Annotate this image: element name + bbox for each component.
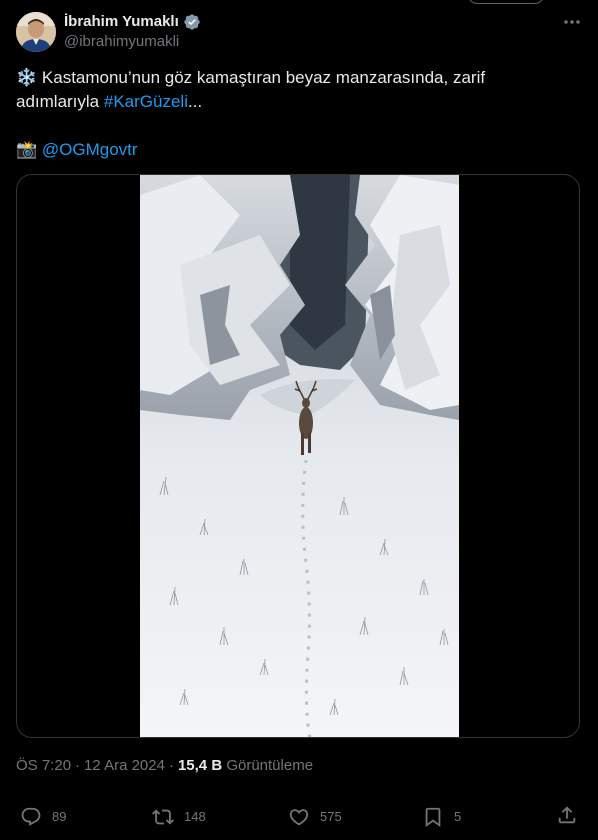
mention-link[interactable]: @OGMgovtr [42,140,138,159]
share-button[interactable] [556,804,578,826]
author-name-row[interactable]: İbrahim Yumaklı [64,12,201,32]
heart-icon [289,809,309,826]
video-frame[interactable] [140,175,459,738]
meta-separator: · [75,757,81,774]
tweet-time[interactable]: ÖS 7:20 [16,756,71,776]
reply-count: 89 [52,809,67,824]
author-handle[interactable]: @ibrahimyumakli [64,32,179,52]
tweet-meta: ÖS 7:20 · 12 Ara 2024 · 15,4 B Görüntüle… [16,756,313,776]
tweet-text-line2: adımlarıyla [16,92,104,111]
camera-emoji: 📸 [16,140,38,159]
hashtag-link[interactable]: #KarGüzeli [104,92,188,111]
tweet-text: ❄️ Kastamonu’nun göz kamaştıran beyaz ma… [16,66,576,162]
repost-count: 148 [184,809,206,824]
reply-icon [21,807,41,826]
verified-badge-icon [184,14,200,30]
meta-separator-2: · [168,757,174,774]
tweet-text-line1: Kastamonu’nun göz kamaştıran beyaz manza… [37,68,486,87]
bookmark-count: 5 [454,809,462,824]
media-video[interactable] [16,174,580,738]
avatar-image [16,12,56,52]
like-count: 575 [320,809,342,824]
bookmark-button[interactable]: 5 [422,804,461,830]
bookmark-icon [425,807,441,828]
follow-button-partial[interactable] [468,0,544,4]
repost-button[interactable]: 148 [152,804,206,830]
reply-button[interactable]: 89 [20,804,66,830]
more-icon [564,20,580,24]
views-label: Görüntüleme [226,757,314,774]
action-bar: 89 148 575 5 [0,804,598,830]
snowflake-emoji: ❄️ [16,68,38,87]
tweet-ellipsis: ... [187,92,203,111]
repost-icon [152,809,174,825]
like-button[interactable]: 575 [288,804,342,830]
more-options-button[interactable] [560,12,584,32]
author-name[interactable]: İbrahim Yumaklı [64,12,179,32]
tweet-date[interactable]: 12 Ara 2024 [84,756,165,776]
share-icon [558,806,576,824]
views-count: 15,4 B [177,757,223,774]
avatar[interactable] [16,12,56,52]
